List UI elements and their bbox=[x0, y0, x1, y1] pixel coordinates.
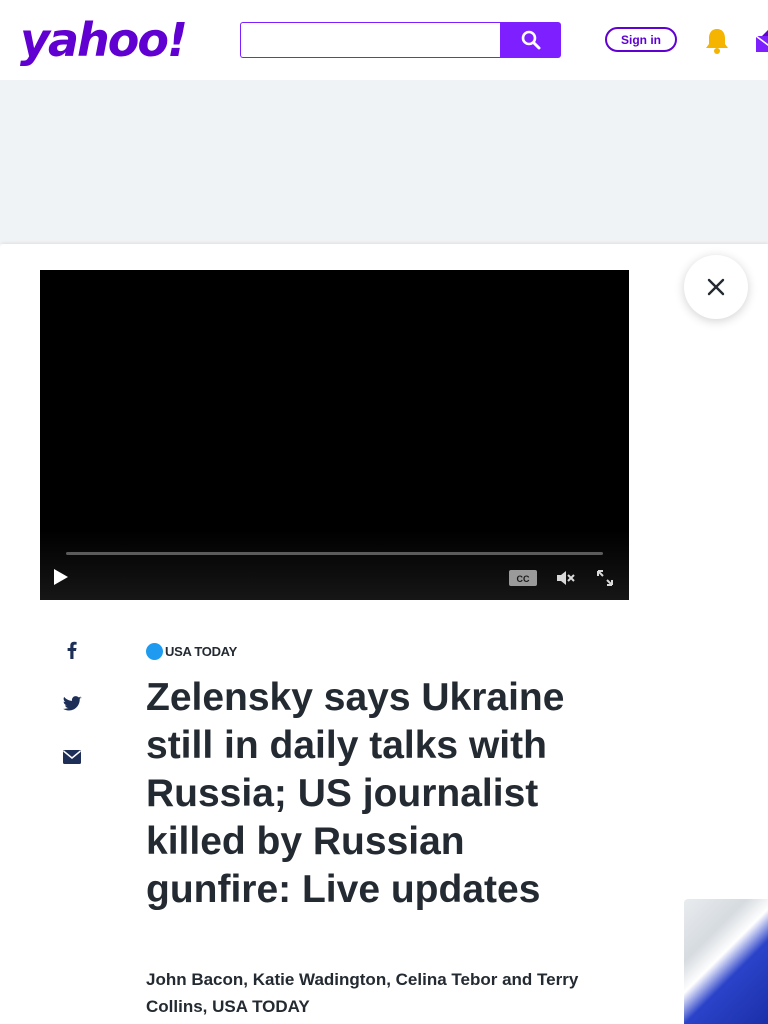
publisher-dot-icon bbox=[146, 642, 163, 660]
share-facebook-button[interactable] bbox=[62, 640, 82, 660]
publisher-name: USA TODAY bbox=[165, 643, 237, 659]
video-progress-bar[interactable] bbox=[66, 552, 603, 555]
advertisement-area bbox=[0, 80, 768, 244]
play-icon[interactable] bbox=[53, 568, 69, 586]
search-input[interactable] bbox=[240, 22, 500, 58]
twitter-icon bbox=[62, 696, 82, 711]
fullscreen-icon[interactable] bbox=[595, 568, 615, 588]
mail-icon[interactable] bbox=[756, 28, 768, 54]
close-icon bbox=[707, 278, 725, 296]
sign-in-button[interactable]: Sign in bbox=[605, 27, 677, 52]
top-header: yahoo! Sign in bbox=[0, 0, 768, 80]
article-headline: Zelensky says Ukraine still in daily tal… bbox=[146, 676, 565, 911]
email-icon bbox=[63, 750, 81, 764]
mini-video-thumbnail[interactable] bbox=[684, 899, 768, 1024]
notification-bell-icon[interactable] bbox=[702, 26, 732, 56]
video-controls-gradient bbox=[40, 530, 629, 600]
close-video-button[interactable] bbox=[684, 255, 748, 319]
share-email-button[interactable] bbox=[62, 747, 82, 767]
search-button[interactable] bbox=[500, 22, 561, 58]
publisher-logo[interactable]: USA TODAY bbox=[146, 642, 237, 660]
yahoo-logo[interactable]: yahoo! bbox=[20, 14, 188, 66]
cc-icon[interactable]: CC bbox=[509, 570, 537, 586]
facebook-icon bbox=[67, 641, 77, 659]
article-byline: John Bacon, Katie Wadington, Celina Tebo… bbox=[146, 970, 579, 1016]
mute-icon[interactable] bbox=[555, 568, 575, 588]
share-twitter-button[interactable] bbox=[62, 694, 82, 714]
search-icon bbox=[521, 30, 540, 50]
cc-label: CC bbox=[517, 574, 530, 584]
video-player[interactable]: CC bbox=[40, 270, 629, 600]
